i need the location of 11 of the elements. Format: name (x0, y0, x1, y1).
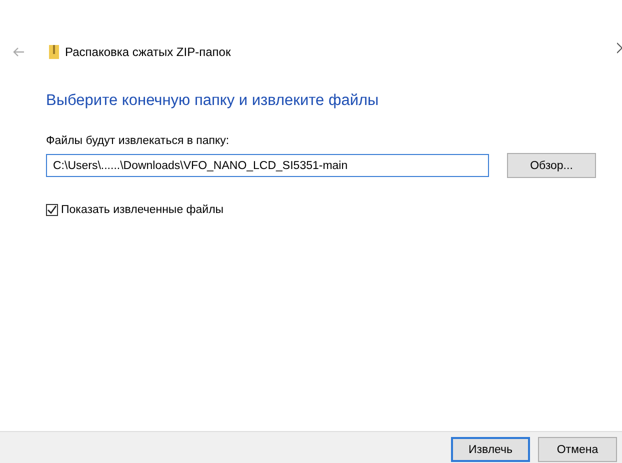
window-title: Распаковка сжатых ZIP-папок (65, 45, 231, 59)
close-icon[interactable] (617, 42, 622, 54)
zip-folder-icon (49, 45, 59, 59)
destination-label: Файлы будут извлекаться в папку: (46, 135, 230, 147)
extract-button[interactable]: Извлечь (451, 437, 530, 462)
destination-path-field[interactable]: C:\Users\......\Downloads\VFO_NANO_LCD_SI5351-main (46, 154, 489, 177)
show-files-label: Показать извлеченные файлы (61, 204, 224, 216)
show-files-checkbox[interactable] (46, 204, 58, 216)
browse-button[interactable]: Обзор... (507, 153, 596, 178)
instruction-heading: Выберите конечную папку и извлеките файлы (46, 92, 380, 110)
cancel-button[interactable]: Отмена (538, 437, 617, 462)
